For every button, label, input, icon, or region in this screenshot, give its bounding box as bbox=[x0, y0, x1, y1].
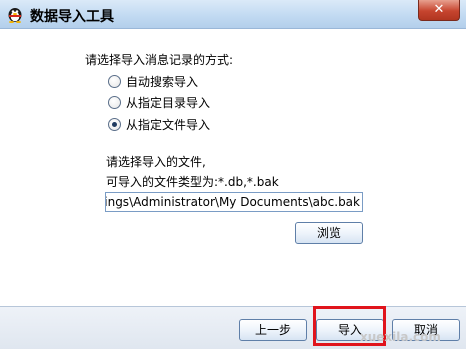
radio-button-selected[interactable] bbox=[108, 117, 121, 131]
close-icon: ✕ bbox=[433, 2, 445, 17]
radio-button[interactable] bbox=[108, 95, 121, 109]
close-button[interactable]: ✕ bbox=[418, 0, 460, 21]
import-dialog: 数据导入工具 ✕ 请选择导入消息记录的方式: 自动搜索导入 从指定目录导入 从指… bbox=[0, 0, 466, 349]
previous-button[interactable]: 上一步 bbox=[239, 319, 307, 341]
radio-from-file[interactable]: 从指定文件导入 bbox=[108, 116, 210, 132]
radio-label: 从指定目录导入 bbox=[126, 95, 211, 110]
file-path-text: Settings\Administrator\My Documents\abc.… bbox=[105, 195, 360, 209]
window-title: 数据导入工具 bbox=[30, 9, 114, 25]
browse-button[interactable]: 浏览 bbox=[295, 222, 363, 244]
radio-auto-search[interactable]: 自动搜索导入 bbox=[108, 73, 198, 89]
radio-label: 自动搜索导入 bbox=[126, 74, 199, 89]
file-types-note: 可导入的文件类型为:*.db,*.bak bbox=[106, 175, 279, 189]
radio-from-directory[interactable]: 从指定目录导入 bbox=[108, 94, 210, 110]
qq-penguin-icon bbox=[6, 5, 24, 23]
import-method-prompt: 请选择导入消息记录的方式: bbox=[85, 53, 234, 67]
radio-label: 从指定文件导入 bbox=[126, 117, 211, 132]
title-bar: 数据导入工具 ✕ bbox=[0, 0, 466, 29]
file-path-field[interactable]: Settings\Administrator\My Documents\abc.… bbox=[105, 192, 363, 212]
radio-button[interactable] bbox=[108, 74, 121, 88]
dialog-body: 请选择导入消息记录的方式: 自动搜索导入 从指定目录导入 从指定文件导入 请选择… bbox=[0, 29, 466, 306]
file-select-prompt: 请选择导入的文件, bbox=[106, 155, 206, 169]
watermark: xuexila.com bbox=[360, 330, 441, 344]
